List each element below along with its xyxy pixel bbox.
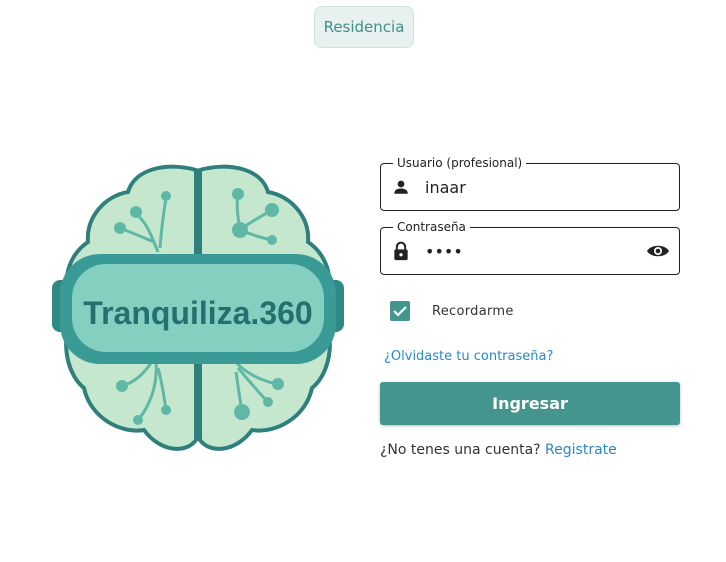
remember-label: Recordarme: [432, 303, 514, 319]
forgot-password-link[interactable]: ¿Olvidaste tu contraseña?: [384, 349, 553, 364]
check-icon: [393, 306, 407, 317]
password-field[interactable]: Contraseña: [380, 219, 680, 275]
remember-checkbox[interactable]: [390, 301, 410, 321]
eye-icon[interactable]: [645, 238, 671, 264]
signup-row: ¿No tenes una cuenta? Registrate: [380, 442, 617, 458]
password-label: Contraseña: [393, 219, 470, 235]
person-icon: [391, 177, 411, 197]
lock-icon: [391, 241, 411, 261]
residencia-button[interactable]: Residencia: [314, 6, 414, 48]
username-label: Usuario (profesional): [393, 155, 527, 171]
login-button[interactable]: Ingresar: [380, 382, 680, 425]
signup-prompt: ¿No tenes una cuenta?: [380, 442, 541, 458]
signup-link[interactable]: Registrate: [545, 442, 617, 458]
remember-me[interactable]: Recordarme: [390, 301, 514, 321]
logo-text: Tranquiliza.360: [83, 295, 312, 331]
username-field[interactable]: Usuario (profesional): [380, 155, 680, 211]
tranquiliza-logo: Tranquiliza.360: [52, 164, 344, 451]
